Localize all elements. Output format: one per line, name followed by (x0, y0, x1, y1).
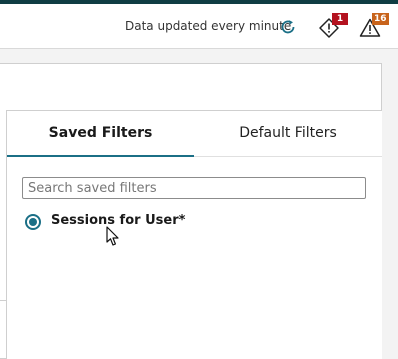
alert-count-badge: 1 (332, 13, 348, 25)
active-tab-indicator (7, 155, 194, 157)
data-update-status: Data updated every minute (125, 19, 292, 33)
saved-filter-radio[interactable] (25, 214, 41, 230)
search-saved-filters-input[interactable] (22, 177, 366, 199)
mouse-cursor-icon (105, 226, 121, 248)
tab-default-filters[interactable]: Default Filters (194, 110, 382, 156)
refresh-icon[interactable] (279, 18, 297, 36)
alert-count-badge: 16 (372, 13, 389, 25)
tab-saved-filters[interactable]: Saved Filters (7, 110, 194, 156)
